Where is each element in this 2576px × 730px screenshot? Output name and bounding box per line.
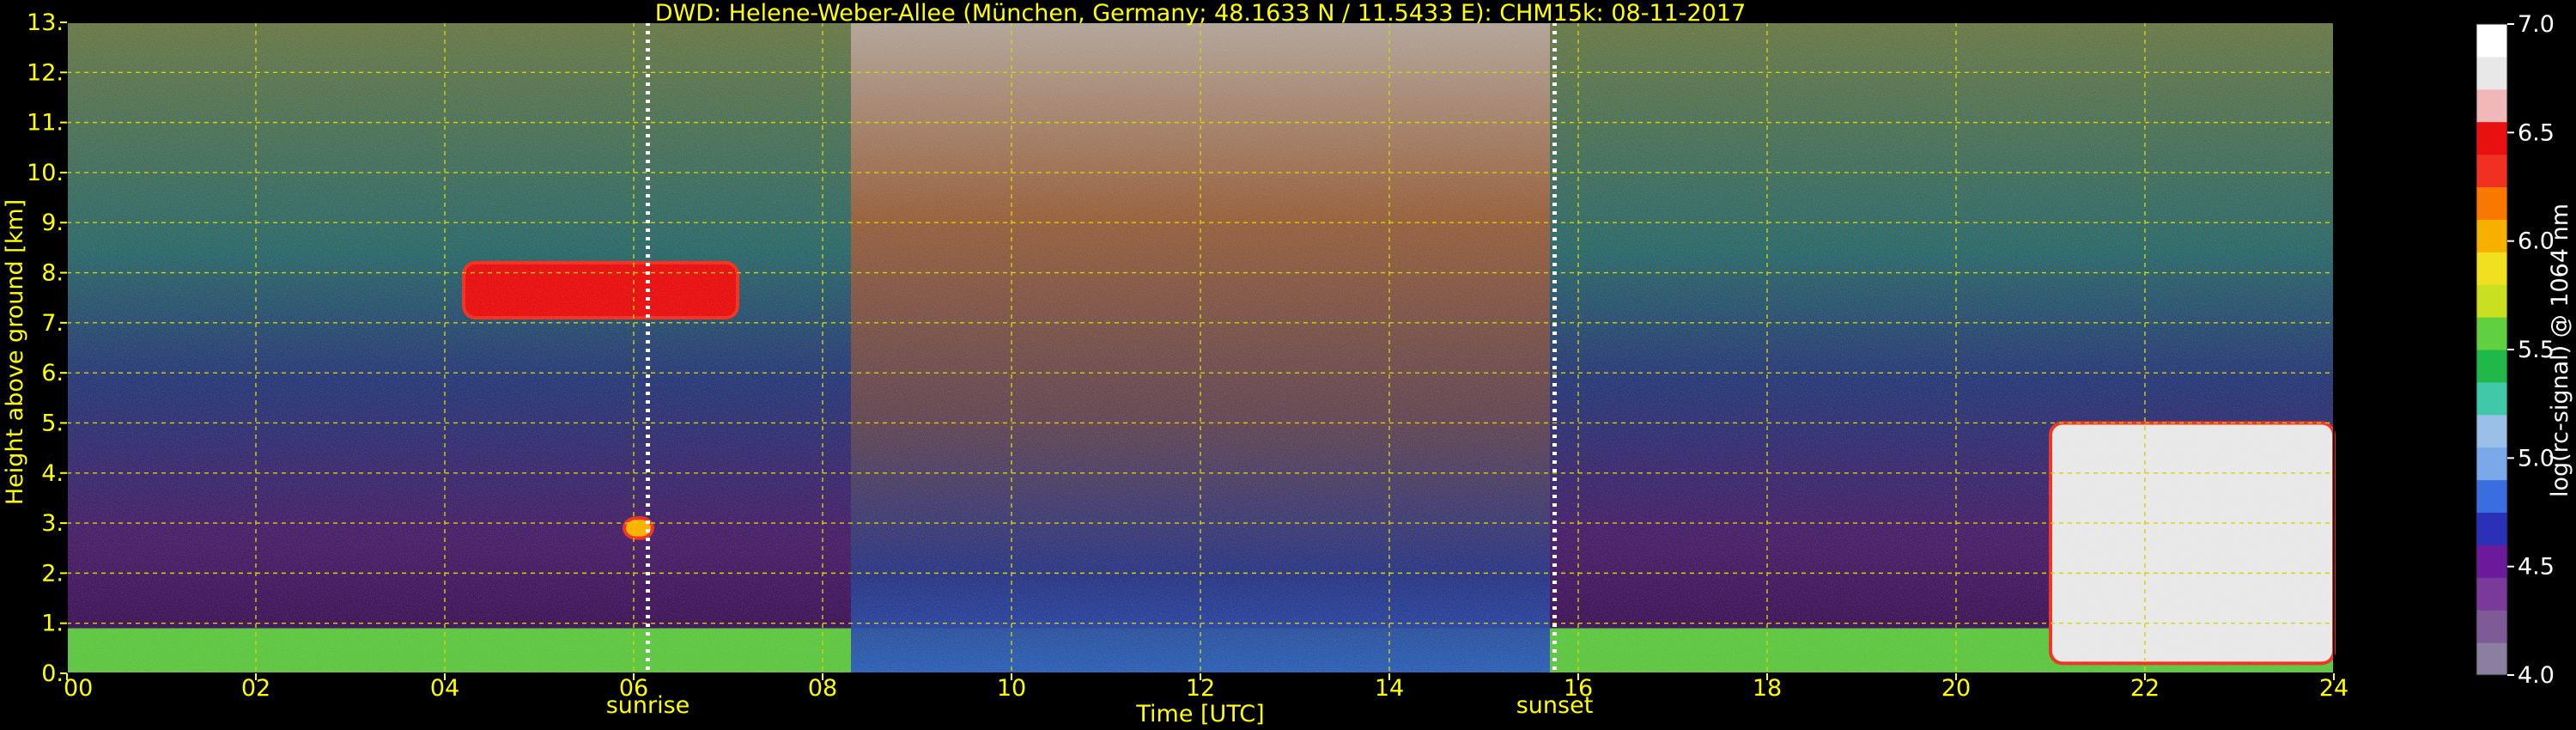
y-tick-label: 6.: [41, 360, 64, 386]
y-tick-label: 11.: [27, 110, 64, 137]
x-tick-label: 14: [1375, 675, 1404, 702]
colorbar-label: log(rc-signal) @ 1064 nm: [2547, 204, 2573, 497]
x-tick-label: 04: [430, 675, 459, 702]
colorbar-segment: [2476, 447, 2507, 481]
colorbar-tick-label: 4.5: [2518, 554, 2555, 581]
colorbar-segment: [2476, 642, 2507, 676]
y-tick-label: 0.: [41, 660, 64, 687]
y-tick-label: 8.: [41, 260, 64, 287]
ceilometer-chart: sunrise sunset 00 02 04 06 08 10 12 14 16 18 20 22 24…: [2, 0, 2573, 727]
y-tick-label: 12.: [27, 59, 64, 86]
colorbar-segment: [2476, 381, 2507, 416]
colorbar-segment: [2476, 544, 2507, 578]
y-tick-label: 1.: [41, 611, 64, 637]
colorbar: 4.04.55.05.56.06.57.0: [2476, 11, 2555, 689]
x-tick-label: 02: [241, 675, 270, 702]
colorbar-segment: [2476, 350, 2507, 383]
x-tick-label: 12: [1186, 675, 1215, 702]
x-tick-label: 00: [64, 675, 93, 702]
x-tick-label: 10: [997, 675, 1026, 702]
colorbar-segment: [2476, 512, 2507, 545]
colorbar-segment: [2476, 88, 2507, 123]
colorbar-segment: [2476, 479, 2507, 513]
colorbar-segment: [2476, 56, 2507, 90]
x-tick-label: 16: [1564, 675, 1593, 702]
colorbar-segment: [2476, 154, 2507, 187]
y-tick-label: 9.: [41, 210, 64, 236]
x-tick-label: 08: [808, 675, 837, 702]
colorbar-tick-label: 7.0: [2518, 11, 2555, 38]
y-axis-label: Height above ground [km]: [2, 199, 28, 505]
colorbar-segment: [2476, 186, 2507, 220]
y-tick-label: 10.: [27, 160, 64, 186]
x-tick-label: 20: [1941, 675, 1971, 702]
colorbar-tick-label: 4.0: [2518, 662, 2555, 689]
y-tick-label: 2.: [41, 560, 64, 587]
y-tick-label: 5.: [41, 410, 64, 436]
colorbar-segment: [2476, 121, 2507, 155]
chart-title: DWD: Helene-Weber-Allee (München, German…: [655, 0, 1747, 27]
x-tick-label: 18: [1753, 675, 1782, 702]
colorbar-segment: [2476, 414, 2507, 448]
x-tick-label: 24: [2319, 675, 2348, 702]
colorbar-segment: [2476, 610, 2507, 643]
colorbar-tick-label: 6.5: [2518, 119, 2555, 146]
x-axis-label: Time [UTC]: [1135, 701, 1264, 727]
colorbar-segment: [2476, 317, 2507, 350]
colorbar-segment: [2476, 219, 2507, 252]
x-tick-label: 06: [619, 675, 648, 702]
y-tick-label: 4.: [41, 460, 64, 487]
colorbar-segment: [2476, 284, 2507, 318]
x-tick-label: 22: [2130, 675, 2160, 702]
colorbar-segment: [2476, 24, 2507, 58]
y-tick-label: 7.: [41, 310, 64, 337]
colorbar-segment: [2476, 577, 2507, 611]
colorbar-segment: [2476, 252, 2507, 285]
y-tick-label: 3.: [41, 510, 64, 537]
y-tick-label: 13.: [27, 9, 64, 36]
